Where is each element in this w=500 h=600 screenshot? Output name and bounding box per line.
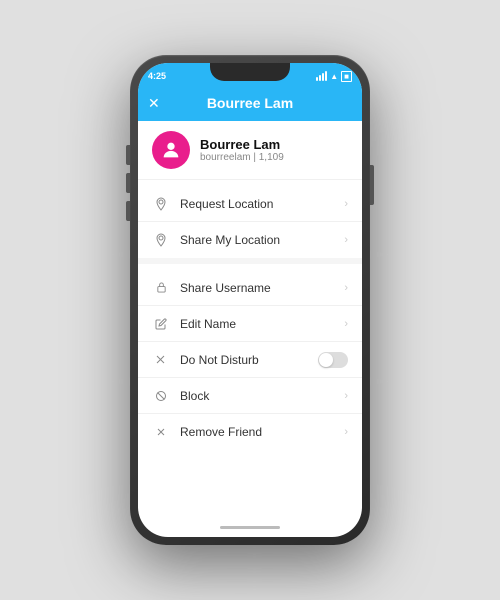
menu-item-do-not-disturb[interactable]: Do Not Disturb — [138, 342, 362, 378]
menu-item-request-location[interactable]: Request Location › — [138, 186, 362, 222]
mute-button — [126, 201, 130, 221]
do-not-disturb-label: Do Not Disturb — [180, 353, 318, 367]
toggle-knob — [319, 353, 333, 367]
pencil-icon — [152, 315, 170, 333]
home-indicator — [138, 517, 362, 537]
do-not-disturb-icon — [152, 351, 170, 369]
chevron-right-icon: › — [344, 282, 348, 294]
close-button[interactable]: ✕ — [148, 96, 160, 110]
volume-up-button — [126, 145, 130, 165]
profile-name: Bourree Lam — [200, 137, 284, 152]
wifi-icon: ▲ — [330, 72, 338, 81]
profile-info: Bourree Lam bourreelam | 1,109 — [200, 137, 284, 163]
share-location-icon — [152, 231, 170, 249]
menu-section-location: Request Location › Share My Location › — [138, 186, 362, 258]
phone-notch — [210, 63, 290, 81]
battery-icon: ■ — [341, 71, 352, 82]
menu-list: Request Location › Share My Location › — [138, 180, 362, 517]
section-divider — [138, 258, 362, 264]
phone-frame: 4:25 ▲ ■ ✕ Bourree Lam — [130, 55, 370, 545]
status-time: 4:25 — [148, 71, 166, 81]
profile-section: Bourree Lam bourreelam | 1,109 — [138, 121, 362, 180]
volume-down-button — [126, 173, 130, 193]
lock-icon — [152, 279, 170, 297]
location-pin-icon — [152, 195, 170, 213]
share-my-location-label: Share My Location — [180, 233, 344, 247]
request-location-label: Request Location — [180, 197, 344, 211]
header-title: Bourree Lam — [207, 95, 293, 111]
status-icons: ▲ ■ — [316, 71, 352, 82]
do-not-disturb-toggle[interactable] — [318, 352, 348, 368]
share-username-label: Share Username — [180, 281, 344, 295]
chevron-right-icon: › — [344, 234, 348, 246]
remove-friend-label: Remove Friend — [180, 425, 344, 439]
profile-username: bourreelam | 1,109 — [200, 152, 284, 163]
block-label: Block — [180, 389, 344, 403]
menu-section-actions: Share Username › Edit Name › — [138, 270, 362, 450]
chevron-right-icon: › — [344, 426, 348, 438]
signal-icon — [316, 71, 327, 81]
chevron-right-icon: › — [344, 318, 348, 330]
menu-item-share-username[interactable]: Share Username › — [138, 270, 362, 306]
power-button — [370, 165, 374, 205]
home-bar — [220, 526, 280, 529]
avatar — [152, 131, 190, 169]
edit-name-label: Edit Name — [180, 317, 344, 331]
menu-item-remove-friend[interactable]: Remove Friend › — [138, 414, 362, 450]
chevron-right-icon: › — [344, 198, 348, 210]
phone-screen: 4:25 ▲ ■ ✕ Bourree Lam — [138, 63, 362, 537]
remove-friend-icon — [152, 423, 170, 441]
chevron-right-icon: › — [344, 390, 348, 402]
menu-item-share-my-location[interactable]: Share My Location › — [138, 222, 362, 258]
menu-item-edit-name[interactable]: Edit Name › — [138, 306, 362, 342]
menu-item-block[interactable]: Block › — [138, 378, 362, 414]
page-header: ✕ Bourree Lam — [138, 85, 362, 121]
block-icon — [152, 387, 170, 405]
